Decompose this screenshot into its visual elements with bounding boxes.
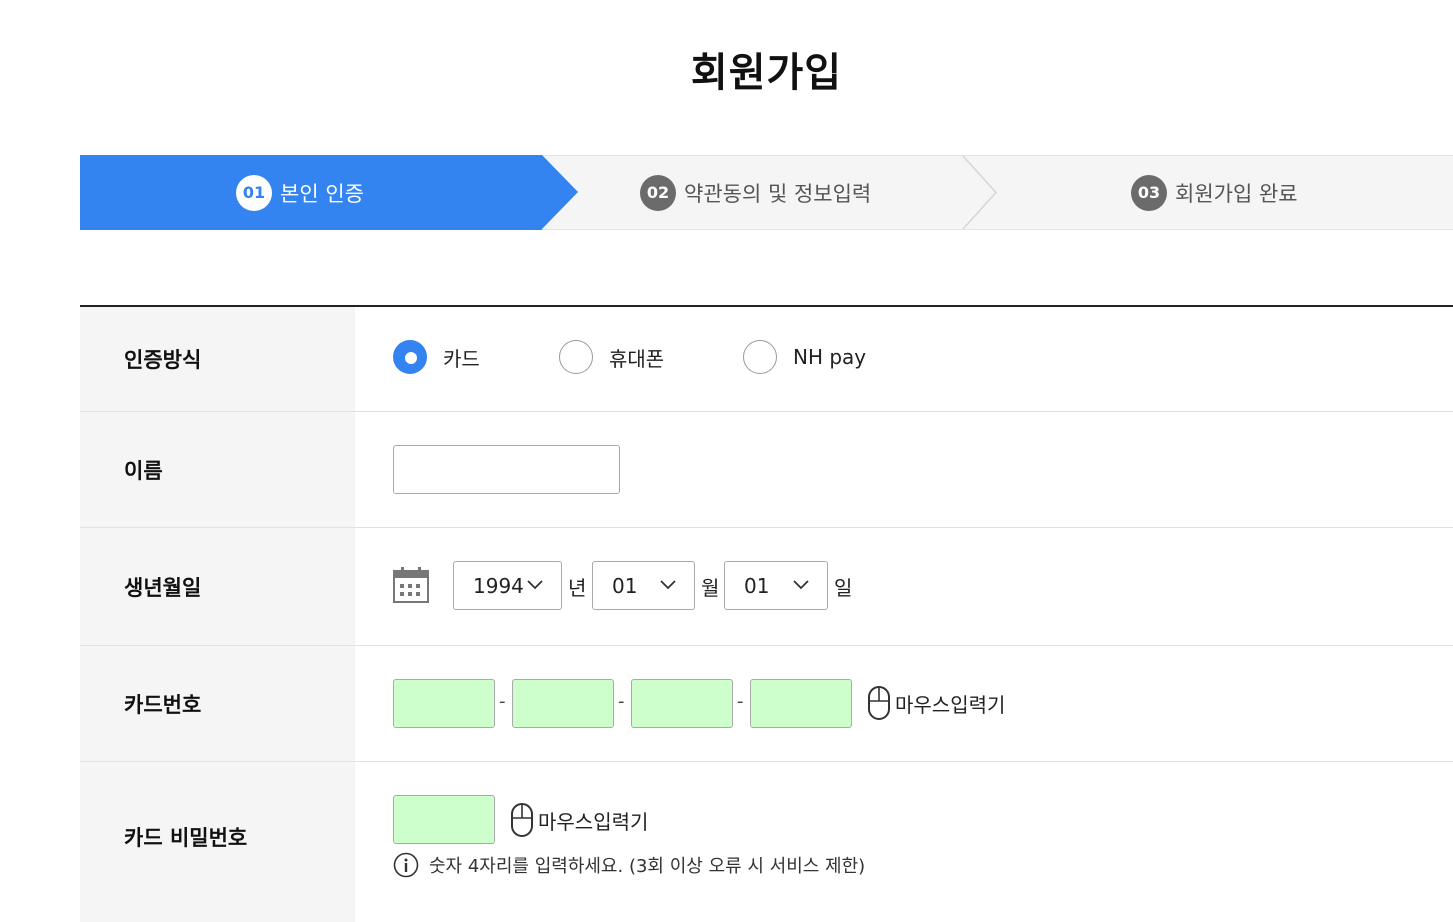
auth-method-field: 카드 휴대폰 NH pay bbox=[355, 307, 1453, 411]
birth-day-unit: 일 bbox=[834, 576, 853, 600]
step-2: 02 약관동의 및 정보입력 bbox=[640, 156, 871, 229]
card-password-input[interactable] bbox=[393, 795, 495, 844]
birth-day-value: 01 bbox=[744, 573, 770, 598]
calendar-icon[interactable] bbox=[393, 567, 429, 603]
step-1-number: 01 bbox=[236, 174, 272, 211]
birth-field-cell: 1994 년 01 월 01 일 bbox=[355, 528, 1453, 645]
birth-day-select[interactable]: 01 bbox=[724, 561, 828, 610]
card-number-field-cell: - - - 마우스입력기 bbox=[355, 646, 1453, 761]
birth-year-value: 1994 bbox=[473, 573, 524, 598]
card-number-input-4[interactable] bbox=[750, 679, 852, 728]
radio-phone-indicator[interactable] bbox=[559, 340, 593, 374]
mouse-icon bbox=[868, 686, 890, 720]
radio-nh-pay[interactable]: NH pay bbox=[743, 340, 866, 374]
card-password-label: 카드 비밀번호 bbox=[80, 762, 355, 922]
auth-method-label: 인증방식 bbox=[80, 307, 355, 411]
mouse-icon bbox=[511, 803, 533, 837]
radio-phone-label: 휴대폰 bbox=[609, 346, 665, 371]
step-3-number: 03 bbox=[1131, 174, 1167, 211]
signup-steps: 01 본인 인증 02 약관동의 및 정보입력 03 회원가입 완료 bbox=[80, 155, 1453, 230]
identity-verification-form: 인증방식 카드 휴대폰 NH pay 이름 생년월일 1994 년 01 월 0… bbox=[80, 305, 1453, 922]
info-icon bbox=[393, 852, 419, 878]
card-number-input-1[interactable] bbox=[393, 679, 495, 728]
card-number-label: 카드번호 bbox=[80, 646, 355, 761]
card-number-separator: - bbox=[499, 691, 506, 712]
step-1: 01 본인 인증 bbox=[236, 156, 364, 229]
step-2-label: 약관동의 및 정보입력 bbox=[684, 181, 872, 206]
step-2-number: 02 bbox=[640, 174, 676, 211]
radio-nh-pay-indicator[interactable] bbox=[743, 340, 777, 374]
chevron-down-icon bbox=[527, 580, 543, 590]
chevron-down-icon bbox=[793, 580, 809, 590]
radio-phone[interactable]: 휴대폰 bbox=[559, 340, 743, 374]
name-input[interactable] bbox=[393, 445, 620, 494]
chevron-down-icon bbox=[660, 580, 676, 590]
card-number-separator: - bbox=[737, 691, 744, 712]
card-number-input-2[interactable] bbox=[512, 679, 614, 728]
auth-method-radio-group: 카드 휴대폰 NH pay bbox=[393, 340, 866, 374]
card-number-mouse-input-button[interactable]: 마우스입력기 bbox=[867, 685, 1005, 721]
step-3-label: 회원가입 완료 bbox=[1175, 181, 1298, 206]
step-separator-icon bbox=[962, 156, 998, 229]
name-field-cell bbox=[355, 412, 1453, 527]
card-password-row: 카드 비밀번호 마우스입력기 숫자 4자리를 입력하세요. (3회 이상 오류 … bbox=[80, 762, 1453, 922]
page-title: 회원가입 bbox=[690, 50, 843, 96]
name-label: 이름 bbox=[80, 412, 355, 527]
card-number-row: 카드번호 - - - 마우스입력기 bbox=[80, 646, 1453, 762]
birth-month-value: 01 bbox=[612, 573, 638, 598]
birth-month-unit: 월 bbox=[701, 576, 720, 600]
card-number-separator: - bbox=[618, 691, 625, 712]
birth-label: 생년월일 bbox=[80, 528, 355, 645]
card-number-mouse-input-label: 마우스입력기 bbox=[895, 692, 1006, 717]
birth-year-unit: 년 bbox=[568, 576, 587, 600]
step-3: 03 회원가입 완료 bbox=[1131, 156, 1298, 229]
card-password-notice-text: 숫자 4자리를 입력하세요. (3회 이상 오류 시 서비스 제한) bbox=[429, 856, 866, 877]
birth-month-select[interactable]: 01 bbox=[592, 561, 695, 610]
radio-card-label: 카드 bbox=[443, 346, 480, 371]
card-password-mouse-input-button[interactable]: 마우스입력기 bbox=[510, 802, 648, 838]
card-number-input-3[interactable] bbox=[631, 679, 733, 728]
radio-nh-pay-label: NH pay bbox=[793, 345, 867, 369]
birth-row: 생년월일 1994 년 01 월 01 일 bbox=[80, 528, 1453, 646]
name-row: 이름 bbox=[80, 412, 1453, 528]
radio-card-indicator[interactable] bbox=[393, 340, 427, 374]
card-password-mouse-input-label: 마우스입력기 bbox=[538, 809, 649, 834]
birth-year-select[interactable]: 1994 bbox=[453, 561, 562, 610]
active-step-arrow bbox=[542, 155, 578, 229]
card-password-field-cell: 마우스입력기 숫자 4자리를 입력하세요. (3회 이상 오류 시 서비스 제한… bbox=[355, 762, 1453, 922]
auth-method-row: 인증방식 카드 휴대폰 NH pay bbox=[80, 307, 1453, 412]
card-password-notice: 숫자 4자리를 입력하세요. (3회 이상 오류 시 서비스 제한) bbox=[393, 852, 865, 878]
step-1-label: 본인 인증 bbox=[280, 181, 364, 206]
radio-card[interactable]: 카드 bbox=[393, 340, 559, 374]
